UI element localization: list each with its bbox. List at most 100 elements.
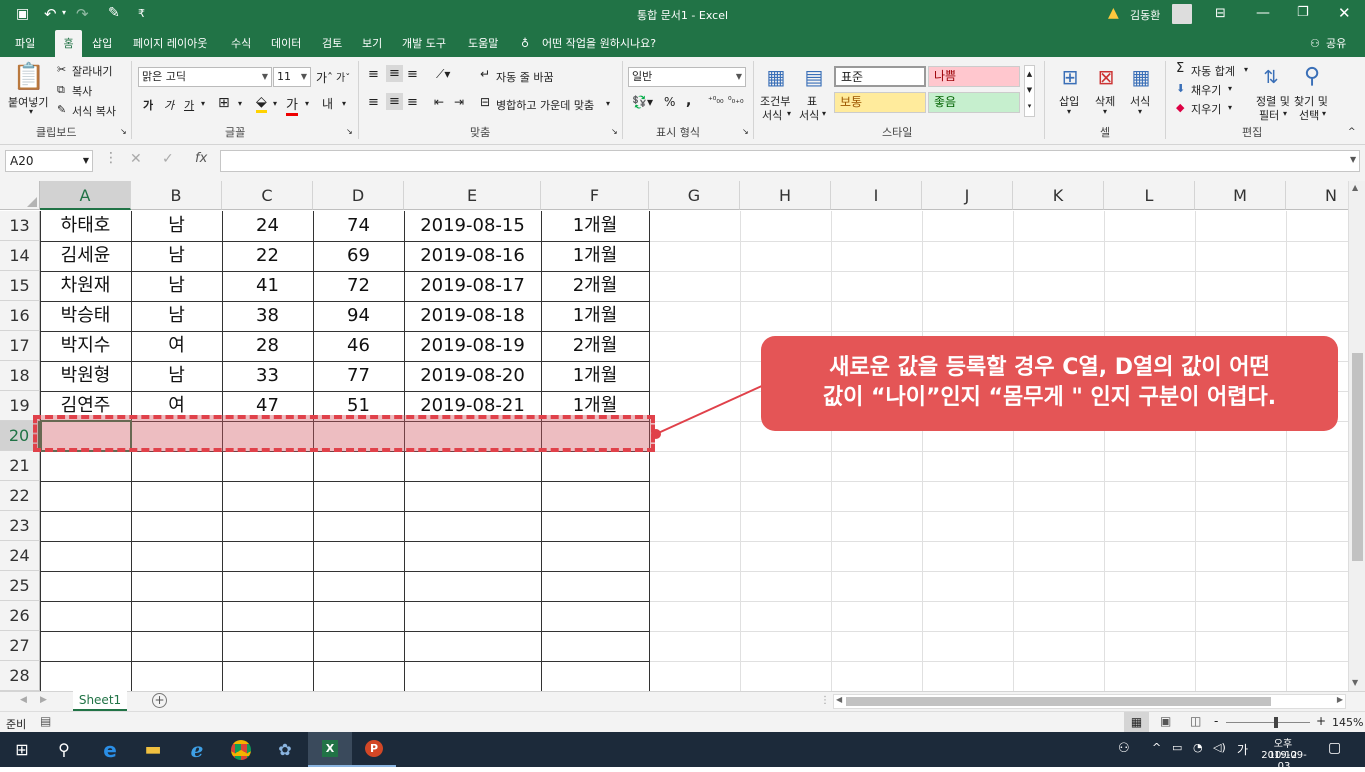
row-header[interactable]: 18 (0, 361, 40, 391)
cut-button[interactable]: 잘라내기 (72, 63, 112, 79)
col-header-F[interactable]: F (541, 181, 649, 210)
style-bad[interactable]: 나쁨 (928, 66, 1020, 87)
tab-view[interactable]: 보기 (362, 30, 382, 57)
cell-d[interactable]: 69 (313, 241, 404, 271)
cell-d[interactable]: 46 (313, 331, 404, 361)
format-painter-button[interactable]: 서식 복사 (72, 103, 116, 119)
select-all-corner[interactable] (0, 181, 40, 210)
row-header[interactable]: 15 (0, 271, 40, 301)
tell-me-search[interactable]: 어떤 작업을 원하시나요? (542, 30, 656, 57)
sheet-next-icon[interactable]: ▶ (40, 695, 47, 705)
paste-dropdown-icon[interactable]: ▾ (29, 107, 33, 116)
cell-gender[interactable]: 남 (131, 361, 222, 391)
user-name[interactable]: 김동환 (1130, 7, 1160, 23)
phonetic-dropdown-icon[interactable]: ▾ (342, 99, 346, 108)
clear-button[interactable]: 지우기 (1191, 101, 1221, 117)
merge-dropdown-icon[interactable]: ▾ (606, 99, 610, 108)
tab-help[interactable]: 도움말 (468, 30, 498, 57)
cut-icon[interactable]: ✂ (57, 63, 66, 76)
ribbon-display-options-icon[interactable]: ⊟ (1215, 6, 1226, 21)
cell-date[interactable]: 2019-08-18 (404, 301, 541, 331)
horizontal-scrollbar[interactable]: ◀ ▶ (833, 694, 1346, 709)
battery-icon[interactable]: ▭ (1172, 741, 1182, 754)
cell-c[interactable]: 28 (222, 331, 313, 361)
tab-developer[interactable]: 개발 도구 (402, 30, 446, 57)
search-icon[interactable]: ⚲ (42, 732, 86, 767)
bold-button[interactable]: 가 (143, 97, 153, 113)
conditional-format-icon[interactable]: ▦ (762, 63, 790, 91)
cell-gender[interactable]: 남 (131, 301, 222, 331)
app-icon[interactable]: ✿ (263, 732, 307, 767)
align-top-icon[interactable]: ≡ (368, 67, 379, 82)
row-header[interactable]: 14 (0, 241, 40, 271)
zoom-slider[interactable] (1226, 722, 1310, 723)
volume-icon[interactable]: ◁) (1213, 741, 1226, 754)
orientation-icon[interactable]: ⟋▾ (436, 67, 450, 82)
borders-dropdown-icon[interactable]: ▾ (238, 99, 242, 108)
cell-date[interactable]: 2019-08-20 (404, 361, 541, 391)
number-launcher-icon[interactable]: ↘ (742, 127, 749, 136)
cell-c[interactable]: 41 (222, 271, 313, 301)
cell-d[interactable]: 94 (313, 301, 404, 331)
cell-d[interactable]: 74 (313, 211, 404, 241)
zoom-out-button[interactable]: - (1214, 714, 1218, 728)
row-header[interactable]: 25 (0, 571, 40, 601)
row-header[interactable]: 23 (0, 511, 40, 541)
cell-name[interactable]: 하태호 (40, 211, 131, 241)
copy-icon[interactable]: ⧉ (57, 83, 65, 97)
format-as-table-dropdown-icon[interactable]: ▾ (822, 109, 826, 118)
name-box[interactable]: A20 ▼ (5, 150, 93, 172)
font-launcher-icon[interactable]: ↘ (346, 127, 353, 136)
conditional-format-dropdown-icon[interactable]: ▾ (787, 109, 791, 118)
zoom-slider-thumb[interactable] (1274, 717, 1278, 728)
decrease-decimal-icon[interactable]: ⁰₀₊₀ (728, 96, 744, 106)
align-left-icon[interactable]: ≡ (368, 95, 379, 110)
sort-filter-label2[interactable]: 필터 (1259, 107, 1279, 123)
fill-color-dropdown-icon[interactable]: ▾ (273, 99, 277, 108)
scroll-down-icon[interactable]: ▼ (1352, 678, 1358, 687)
underline-button[interactable]: 가 (184, 97, 194, 113)
clock-date[interactable]: 2019-09-03 (1256, 750, 1312, 772)
powerpoint-taskbar-icon[interactable]: P (352, 732, 396, 767)
fill-icon[interactable]: ⬇ (1176, 82, 1185, 95)
share-icon[interactable]: ⚇ (1310, 30, 1320, 57)
underline-dropdown-icon[interactable]: ▾ (201, 99, 205, 108)
tab-insert[interactable]: 삽입 (92, 30, 112, 57)
tab-data[interactable]: 데이터 (271, 30, 301, 57)
merge-center-button[interactable]: 병합하고 가운데 맞춤 (496, 97, 594, 113)
row-header[interactable]: 13 (0, 211, 40, 241)
font-color-dropdown-icon[interactable]: ▾ (305, 99, 309, 108)
row-header[interactable]: 24 (0, 541, 40, 571)
expand-formula-icon[interactable]: ▼ (1350, 155, 1356, 164)
vertical-scroll-thumb[interactable] (1352, 353, 1363, 561)
cell-d[interactable]: 72 (313, 271, 404, 301)
collapse-ribbon-icon[interactable]: ^ (1348, 127, 1356, 137)
cell-gender[interactable]: 남 (131, 211, 222, 241)
cell-c[interactable]: 33 (222, 361, 313, 391)
horizontal-scroll-thumb[interactable] (846, 697, 1271, 706)
share-button[interactable]: 공유 (1326, 30, 1346, 57)
restore-icon[interactable]: ❐ (1297, 5, 1309, 20)
clipboard-launcher-icon[interactable]: ↘ (120, 127, 127, 136)
edge-icon[interactable]: e (88, 732, 132, 767)
shrink-font-icon[interactable]: 가ˇ (336, 69, 350, 84)
col-header-L[interactable]: L (1104, 181, 1195, 210)
fill-dropdown-icon[interactable]: ▾ (1228, 84, 1232, 93)
cell-date[interactable]: 2019-08-17 (404, 271, 541, 301)
cell-gender[interactable]: 남 (131, 241, 222, 271)
row-header[interactable]: 27 (0, 631, 40, 661)
col-header-J[interactable]: J (922, 181, 1013, 210)
alignment-launcher-icon[interactable]: ↘ (611, 127, 618, 136)
tab-formulas[interactable]: 수식 (231, 30, 251, 57)
cell-period[interactable]: 1개월 (541, 361, 649, 391)
insert-dropdown-icon[interactable]: ▾ (1067, 107, 1071, 116)
accounting-format-icon[interactable]: 💱▾ (632, 95, 653, 109)
increase-indent-icon[interactable]: ⇥ (454, 95, 464, 109)
row-header[interactable]: 21 (0, 451, 40, 481)
percent-button[interactable]: % (664, 95, 675, 109)
wrap-text-icon[interactable]: ↵ (480, 67, 490, 81)
find-select-icon[interactable]: ⚲ (1298, 61, 1326, 91)
col-header-D[interactable]: D (313, 181, 404, 210)
style-good[interactable]: 좋음 (928, 92, 1020, 113)
style-normal[interactable]: 표준 (834, 66, 926, 87)
